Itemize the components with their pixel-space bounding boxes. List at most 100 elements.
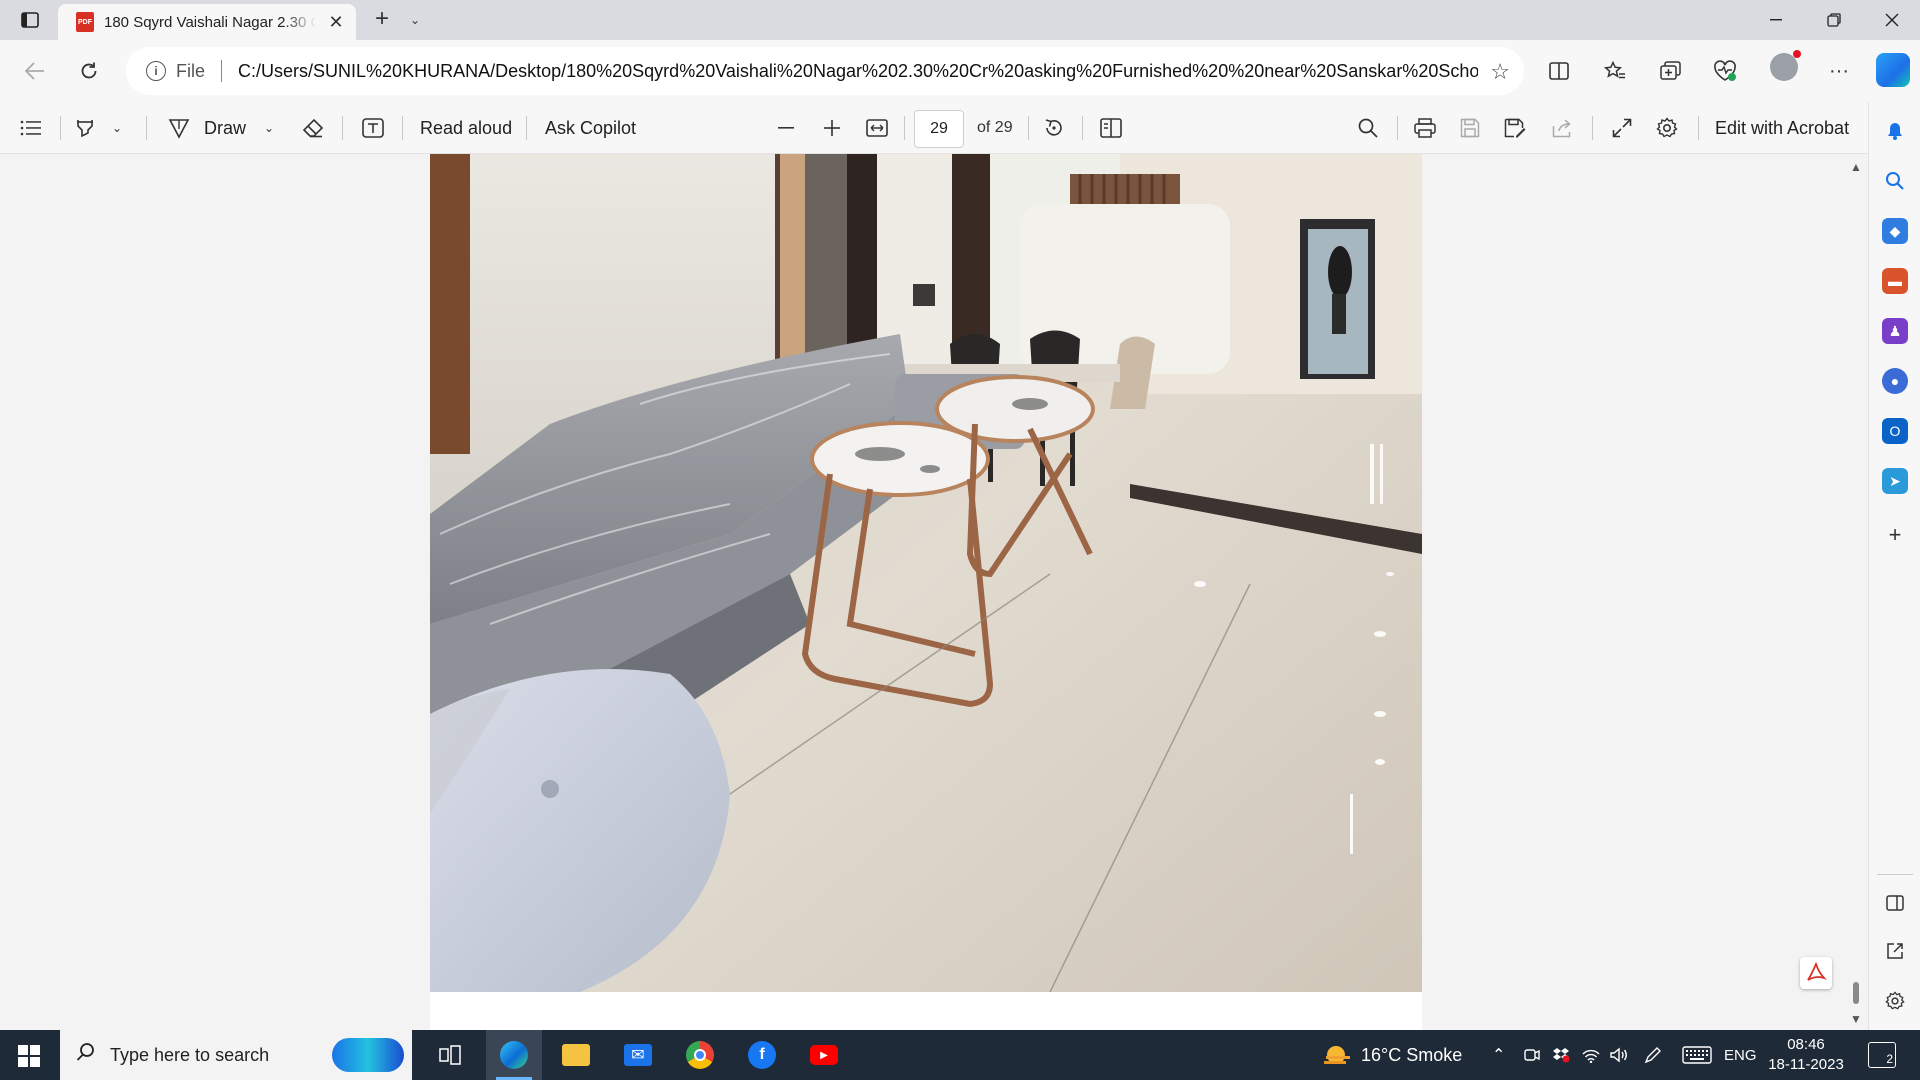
outlook-icon[interactable]: O xyxy=(1882,418,1908,444)
scheme-label: File xyxy=(176,60,206,81)
tab-title: 180 Sqyrd Vaishali Nagar 2.30 Cr asking … xyxy=(104,13,316,31)
notification-center-icon[interactable]: 2 xyxy=(1868,1042,1896,1068)
split-screen-icon[interactable] xyxy=(1542,54,1576,88)
pen-icon[interactable] xyxy=(1644,1030,1662,1080)
divider xyxy=(1592,116,1593,140)
shopping-tag-icon[interactable]: ◆ xyxy=(1882,218,1908,244)
more-options-icon[interactable]: ··· xyxy=(1822,54,1856,88)
zoom-out-icon[interactable] xyxy=(778,102,794,154)
clock[interactable]: 08:46 18-11-2023 xyxy=(1766,1035,1846,1075)
games-icon[interactable]: ♟ xyxy=(1882,318,1908,344)
search-icon[interactable] xyxy=(1358,102,1378,154)
edit-with-acrobat-button[interactable]: Edit with Acrobat xyxy=(1715,102,1849,154)
edge-sidebar: ◆ ▬ ♟ ● O ➤ + xyxy=(1868,102,1920,1030)
scroll-up-arrow-icon[interactable]: ▲ xyxy=(1850,160,1862,174)
add-icon[interactable]: + xyxy=(1882,522,1908,548)
dropbox-icon[interactable] xyxy=(1552,1030,1570,1080)
fullscreen-icon[interactable] xyxy=(1612,102,1632,154)
favorite-star-icon[interactable]: ☆ xyxy=(1490,59,1510,85)
save-as-icon[interactable] xyxy=(1504,102,1526,154)
settings-icon[interactable] xyxy=(1882,988,1908,1014)
ask-copilot-button[interactable]: Ask Copilot xyxy=(545,102,636,154)
bing-chat-icon[interactable] xyxy=(332,1038,404,1072)
m365-icon[interactable]: ● xyxy=(1882,368,1908,394)
clock-date: 18-11-2023 xyxy=(1768,1056,1844,1073)
draw-button[interactable]: Draw xyxy=(168,102,246,154)
draw-icon xyxy=(168,119,190,139)
language-indicator[interactable]: ENG xyxy=(1724,1030,1757,1080)
contents-icon[interactable] xyxy=(20,102,42,154)
chevron-down-icon[interactable]: ⌄ xyxy=(112,102,122,154)
divider xyxy=(221,60,223,82)
vertical-scrollbar[interactable]: ▲ ▼ xyxy=(1846,160,1866,1026)
refresh-icon[interactable] xyxy=(72,54,106,88)
keyboard-icon[interactable] xyxy=(1682,1030,1712,1080)
divider xyxy=(1397,116,1398,140)
send-icon[interactable]: ➤ xyxy=(1882,468,1908,494)
tab-actions-icon[interactable] xyxy=(14,8,46,32)
page-number-input[interactable]: 29 xyxy=(914,110,964,148)
divider xyxy=(1877,874,1913,875)
rotate-icon[interactable] xyxy=(1043,102,1065,154)
split-screen-icon[interactable] xyxy=(1882,890,1908,916)
active-tab[interactable]: PDF 180 Sqyrd Vaishali Nagar 2.30 Cr ask… xyxy=(58,4,356,40)
chevron-down-icon[interactable]: ⌄ xyxy=(404,8,426,32)
search-icon[interactable] xyxy=(1882,168,1908,194)
taskbar-search[interactable]: Type here to search xyxy=(60,1030,412,1080)
settings-icon[interactable] xyxy=(1656,102,1678,154)
windows-start-icon[interactable] xyxy=(18,1045,40,1067)
print-icon[interactable] xyxy=(1414,102,1436,154)
pdf-file-icon: PDF xyxy=(76,12,94,32)
weather-icon[interactable] xyxy=(1322,1030,1352,1080)
taskbar: Type here to search ✉ f ▶ 16°C Smoke ⌃ E… xyxy=(0,1030,1920,1080)
back-icon[interactable] xyxy=(18,54,52,88)
text-box-icon[interactable] xyxy=(362,102,384,154)
collections-icon[interactable] xyxy=(1654,54,1688,88)
zoom-in-icon[interactable] xyxy=(824,102,840,154)
youtube-icon[interactable]: ▶ xyxy=(796,1030,852,1080)
url-text[interactable]: C:/Users/SUNIL%20KHURANA/Desktop/180%20S… xyxy=(238,61,1478,82)
document-viewport[interactable]: ▲ ▼ xyxy=(0,154,1868,1030)
task-view-icon[interactable] xyxy=(422,1030,478,1080)
weather-text[interactable]: 16°C Smoke xyxy=(1361,1030,1462,1080)
info-icon[interactable]: i xyxy=(146,61,166,81)
new-tab-icon[interactable]: + xyxy=(368,6,396,34)
divider xyxy=(526,116,527,140)
profile-avatar[interactable] xyxy=(1770,50,1801,81)
copilot-icon[interactable] xyxy=(1876,53,1910,87)
save-icon[interactable] xyxy=(1460,102,1480,154)
chevron-down-icon[interactable]: ⌄ xyxy=(264,102,274,154)
room-photo xyxy=(430,154,1422,992)
mail-icon[interactable]: ✉ xyxy=(610,1030,666,1080)
chrome-icon[interactable] xyxy=(672,1030,728,1080)
favorites-icon[interactable] xyxy=(1598,54,1632,88)
minimize-icon[interactable] xyxy=(1748,0,1804,40)
chevron-up-icon[interactable]: ⌃ xyxy=(1492,1030,1505,1080)
address-bar[interactable]: i File C:/Users/SUNIL%20KHURANA/Desktop/… xyxy=(126,47,1524,95)
volume-icon[interactable] xyxy=(1610,1030,1628,1080)
edge-icon[interactable] xyxy=(486,1030,542,1080)
navigation-bar: i File C:/Users/SUNIL%20KHURANA/Desktop/… xyxy=(0,40,1920,102)
external-link-icon[interactable] xyxy=(1882,938,1908,964)
close-tab-icon[interactable]: ✕ xyxy=(326,12,346,33)
read-aloud-button[interactable]: Read aloud xyxy=(420,102,512,154)
highlight-icon[interactable] xyxy=(74,102,96,154)
restore-icon[interactable] xyxy=(1806,0,1862,40)
share-icon[interactable] xyxy=(1552,102,1574,154)
file-explorer-icon[interactable] xyxy=(548,1030,604,1080)
pdf-toolbar: ⌄ Draw ⌄ Read aloud Ask Copilot 29 of 29 xyxy=(0,102,1920,154)
close-window-icon[interactable] xyxy=(1864,0,1920,40)
wifi-icon[interactable] xyxy=(1582,1030,1600,1080)
browser-essentials-icon[interactable] xyxy=(1708,54,1742,88)
fit-width-icon[interactable] xyxy=(866,102,888,154)
meet-now-icon[interactable] xyxy=(1524,1030,1540,1080)
eraser-icon[interactable] xyxy=(302,102,324,154)
search-placeholder: Type here to search xyxy=(110,1044,270,1065)
toolbox-icon[interactable]: ▬ xyxy=(1882,268,1908,294)
facebook-icon[interactable]: f xyxy=(734,1030,790,1080)
page-view-icon[interactable] xyxy=(1100,102,1122,154)
bell-icon[interactable] xyxy=(1882,118,1908,144)
acrobat-icon[interactable] xyxy=(1800,957,1832,989)
scrollbar-thumb[interactable] xyxy=(1853,982,1859,1004)
scroll-down-arrow-icon[interactable]: ▼ xyxy=(1850,1012,1862,1026)
